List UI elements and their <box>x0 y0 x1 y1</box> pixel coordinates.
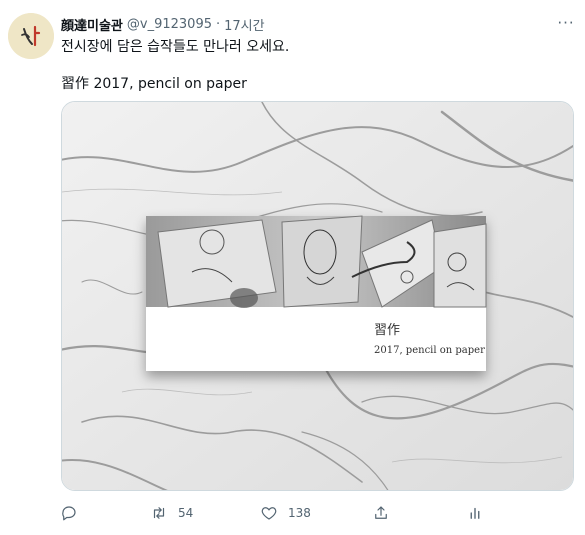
avatar-logo-icon <box>8 13 54 59</box>
timestamp[interactable]: 17시간 <box>224 15 264 34</box>
like-button[interactable]: 138 <box>260 500 311 526</box>
analytics-button[interactable] <box>466 500 484 526</box>
user-handle[interactable]: @v_9123095 <box>127 17 212 32</box>
retweet-count: 54 <box>178 506 194 520</box>
tweet-media-image[interactable]: 習作 2017, pencil on paper <box>61 101 574 491</box>
analytics-icon <box>470 507 480 519</box>
card-subtitle: 2017, pencil on paper <box>374 345 485 356</box>
retweet-button[interactable]: 54 <box>150 500 193 526</box>
tweet-text-line-1: 전시장에 담은 습작들도 만나러 오세요. <box>61 39 290 55</box>
tweet-header: 顔達미술관 @v_9123095 · 17시간 <box>61 14 265 34</box>
marble-background-image: 習作 2017, pencil on paper <box>62 102 573 490</box>
reply-button[interactable] <box>60 500 88 526</box>
retweet-icon <box>153 507 165 519</box>
separator-dot: · <box>215 16 221 32</box>
reply-icon <box>62 506 76 521</box>
share-button[interactable] <box>372 500 390 526</box>
card-title: 習作 <box>374 323 400 338</box>
tweet-text-line-2: 習作 2017, pencil on paper <box>61 76 247 92</box>
heart-icon <box>261 507 277 520</box>
like-count: 138 <box>288 506 311 520</box>
avatar[interactable] <box>8 13 54 59</box>
tweet[interactable]: 顔達미술관 @v_9123095 · 17시간 ··· 전시장에 담은 습작들도… <box>0 0 585 535</box>
share-icon <box>375 506 387 519</box>
tweet-actions: 54 138 <box>52 500 492 526</box>
display-name[interactable]: 顔達미술관 <box>61 15 123 34</box>
more-options-icon[interactable]: ··· <box>552 13 580 33</box>
